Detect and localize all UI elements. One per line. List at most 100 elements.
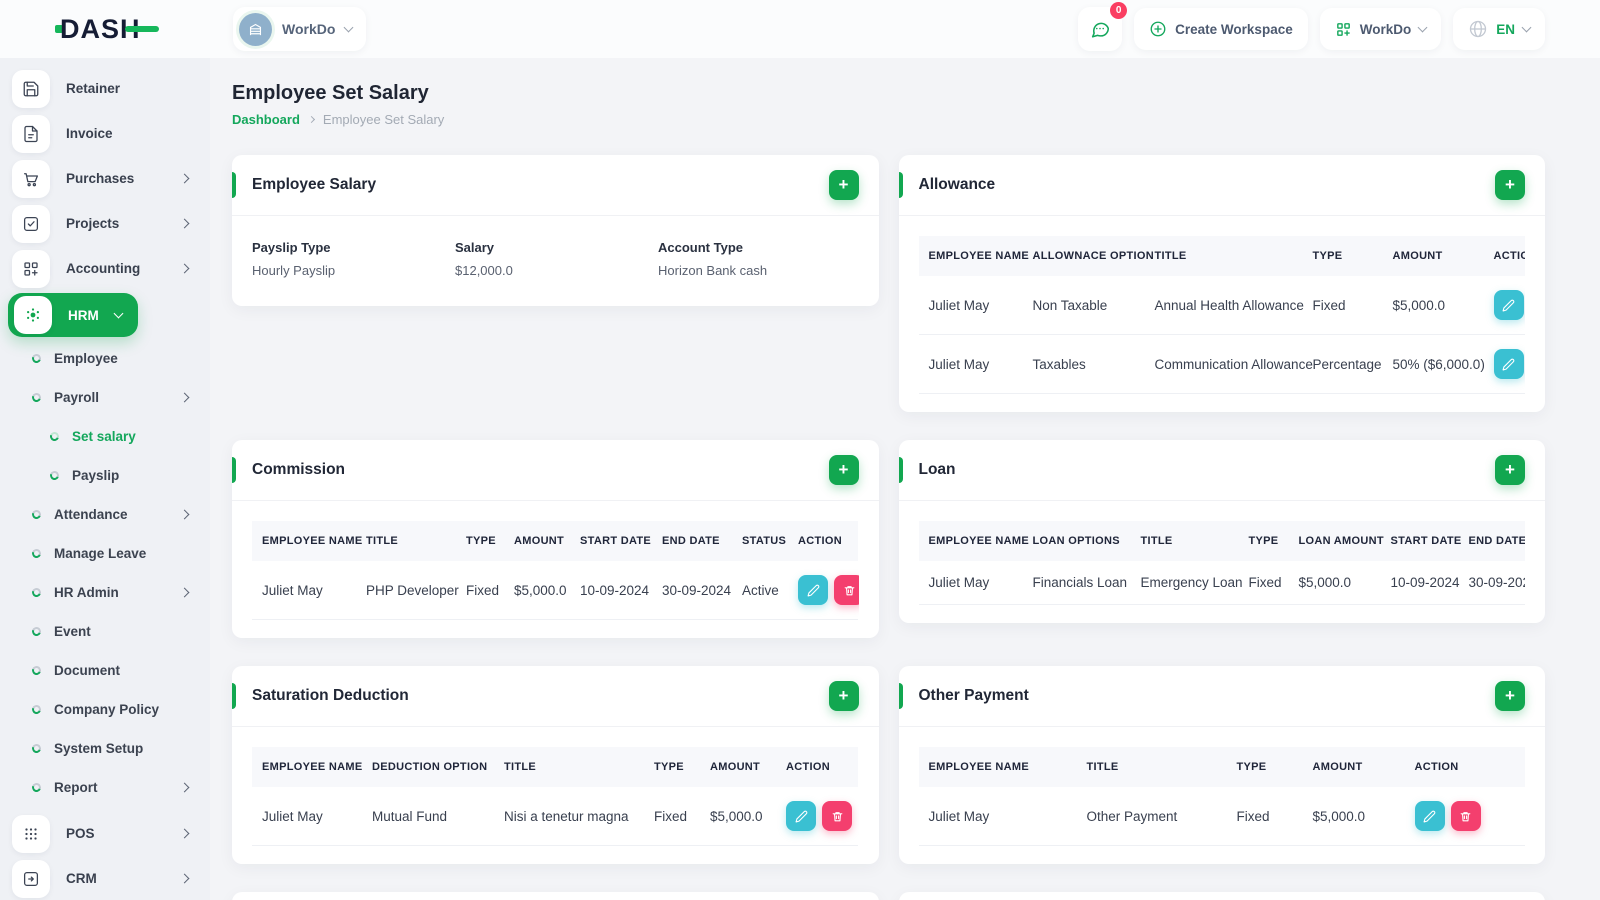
col-header: TYPE: [456, 521, 504, 561]
employee-salary-body: Payslip Type Hourly Payslip Salary $12,0…: [232, 216, 879, 306]
sidebar-item-employee[interactable]: Employee: [0, 339, 210, 378]
cell-option: Financials Loan: [1022, 561, 1131, 605]
add-commission-button[interactable]: [828, 455, 859, 485]
chevron-right-icon: [179, 828, 190, 839]
language-button[interactable]: EN: [1453, 8, 1545, 50]
sidebar: Retainer Invoice Purchases Projects Acco…: [0, 58, 210, 900]
add-deduction-button[interactable]: [828, 681, 859, 711]
delete-button[interactable]: [822, 801, 852, 831]
cell-type: Fixed: [644, 787, 700, 846]
field-salary: Salary $12,000.0: [455, 240, 658, 278]
col-header: TITLE: [1144, 236, 1303, 276]
plus-icon: [839, 687, 849, 704]
plus-icon: [839, 461, 849, 478]
accent-bar: [898, 683, 903, 709]
cell-employee: Juliet May: [252, 561, 356, 620]
cell-amount: 50% ($6,000.0): [1382, 334, 1485, 394]
language-label: EN: [1496, 21, 1515, 37]
loan-card: Loan EMPLOYEE NAME LOAN OPTIONS TITLE TY…: [898, 440, 1545, 623]
col-header: STATUS: [732, 521, 788, 561]
sidebar-item-label: Purchases: [66, 171, 135, 186]
globe-icon: [1470, 20, 1487, 38]
sidebar-item-attendance[interactable]: Attendance: [0, 495, 210, 534]
cell-employee: Juliet May: [252, 787, 362, 846]
logo-accent-bar: [124, 26, 159, 32]
col-header: TITLE: [1076, 747, 1227, 787]
add-other-payment-button[interactable]: [1495, 681, 1525, 711]
card-header: Commission: [232, 440, 879, 501]
sidebar-item-payroll[interactable]: Payroll: [0, 378, 210, 417]
sidebar-item-pos[interactable]: POS: [0, 811, 210, 856]
workspace-name: WorkDo: [282, 21, 336, 37]
sidebar-item-hr-admin[interactable]: HR Admin: [0, 573, 210, 612]
cards-grid: Employee Salary Payslip Type Hourly Pays…: [232, 155, 1545, 900]
cell-end-date: 30-09-2024: [1458, 561, 1525, 605]
edit-button[interactable]: [1493, 349, 1524, 379]
card-header: Other Payment: [898, 666, 1545, 727]
edit-button[interactable]: [786, 801, 816, 831]
sidebar-item-label: HR Admin: [54, 585, 119, 600]
cell-employee: Juliet May: [918, 561, 1023, 605]
add-loan-button[interactable]: [1495, 455, 1525, 485]
bullet-icon: [30, 586, 43, 599]
col-header: LOAN OPTIONS: [1022, 521, 1131, 561]
sidebar-item-label: System Setup: [54, 741, 144, 756]
sidebar-item-set-salary[interactable]: Set salary: [0, 417, 210, 456]
sidebar-item-payslip[interactable]: Payslip: [0, 456, 210, 495]
sidebar-item-label: Projects: [66, 216, 120, 231]
field-label: Payslip Type: [252, 240, 331, 255]
sidebar-item-invoice[interactable]: Invoice: [0, 111, 210, 156]
sidebar-item-label: Report: [54, 780, 98, 795]
col-header: EMPLOYEE NAME: [918, 521, 1029, 561]
chat-icon: [1092, 22, 1110, 38]
delete-button[interactable]: [1450, 801, 1481, 831]
sidebar-item-label: CRM: [66, 871, 97, 886]
sidebar-item-label: Set salary: [72, 429, 136, 444]
card-header: Overtime: [232, 892, 879, 900]
trash-icon: [832, 811, 842, 821]
edit-button[interactable]: [1493, 290, 1524, 320]
sidebar-item-report[interactable]: Report: [0, 768, 210, 807]
add-allowance-button[interactable]: [1495, 170, 1525, 200]
card-header: Saturation Deduction: [232, 666, 879, 727]
create-workspace-button[interactable]: Create Workspace: [1134, 8, 1308, 50]
add-employee-salary-button[interactable]: [828, 170, 859, 200]
delete-button[interactable]: [834, 575, 859, 605]
col-header: TYPE: [1302, 236, 1383, 276]
cell-title: Other Payment: [1076, 787, 1227, 846]
col-header: TITLE: [494, 747, 644, 787]
edit-button[interactable]: [798, 575, 828, 605]
sidebar-item-retainer[interactable]: Retainer: [0, 66, 210, 111]
sidebar-item-label: Payslip: [72, 468, 120, 483]
col-header: TYPE: [1238, 521, 1289, 561]
company-contribution-card: Company Contribution: [898, 892, 1545, 900]
sidebar-item-label: HRM: [68, 307, 99, 323]
sidebar-item-manage-leave[interactable]: Manage Leave: [0, 534, 210, 573]
sidebar-item-event[interactable]: Event: [0, 612, 210, 651]
sidebar-item-label: Document: [54, 663, 121, 678]
cell-amount: $5,000.0: [1302, 787, 1405, 846]
workdo-menu-button[interactable]: WorkDo: [1319, 8, 1442, 50]
cell-amount: $5,000.0: [504, 561, 570, 620]
table-header-row: EMPLOYEE NAME ALLOWNACE OPTION TITLE TYP…: [918, 236, 1525, 276]
card-title: Employee Salary: [252, 176, 377, 193]
check-square-icon: [12, 204, 50, 243]
edit-button[interactable]: [1414, 801, 1445, 831]
other-payment-card: Other Payment EMPLOYEE NAME TITLE TYPE A…: [898, 666, 1545, 864]
sidebar-item-system-setup[interactable]: System Setup: [0, 729, 210, 768]
bullet-icon: [30, 352, 43, 365]
sidebar-item-hrm[interactable]: HRM: [8, 293, 138, 337]
messages-button[interactable]: 0: [1078, 2, 1128, 51]
sidebar-item-crm[interactable]: CRM: [0, 856, 210, 900]
sidebar-item-projects[interactable]: Projects: [0, 201, 210, 246]
sidebar-item-company-policy[interactable]: Company Policy: [0, 690, 210, 729]
sidebar-item-document[interactable]: Document: [0, 651, 210, 690]
invoice-icon: [12, 114, 50, 153]
workdo-menu-label: WorkDo: [1359, 21, 1412, 37]
table-row: Juliet May Non Taxable Annual Health All…: [918, 276, 1525, 335]
sidebar-item-accounting[interactable]: Accounting: [0, 246, 210, 291]
breadcrumb-dashboard-link[interactable]: Dashboard: [232, 112, 300, 127]
sidebar-item-purchases[interactable]: Purchases: [0, 156, 210, 201]
sidebar-item-label: Retainer: [66, 81, 121, 96]
workspace-switcher[interactable]: WorkDo: [233, 7, 367, 51]
